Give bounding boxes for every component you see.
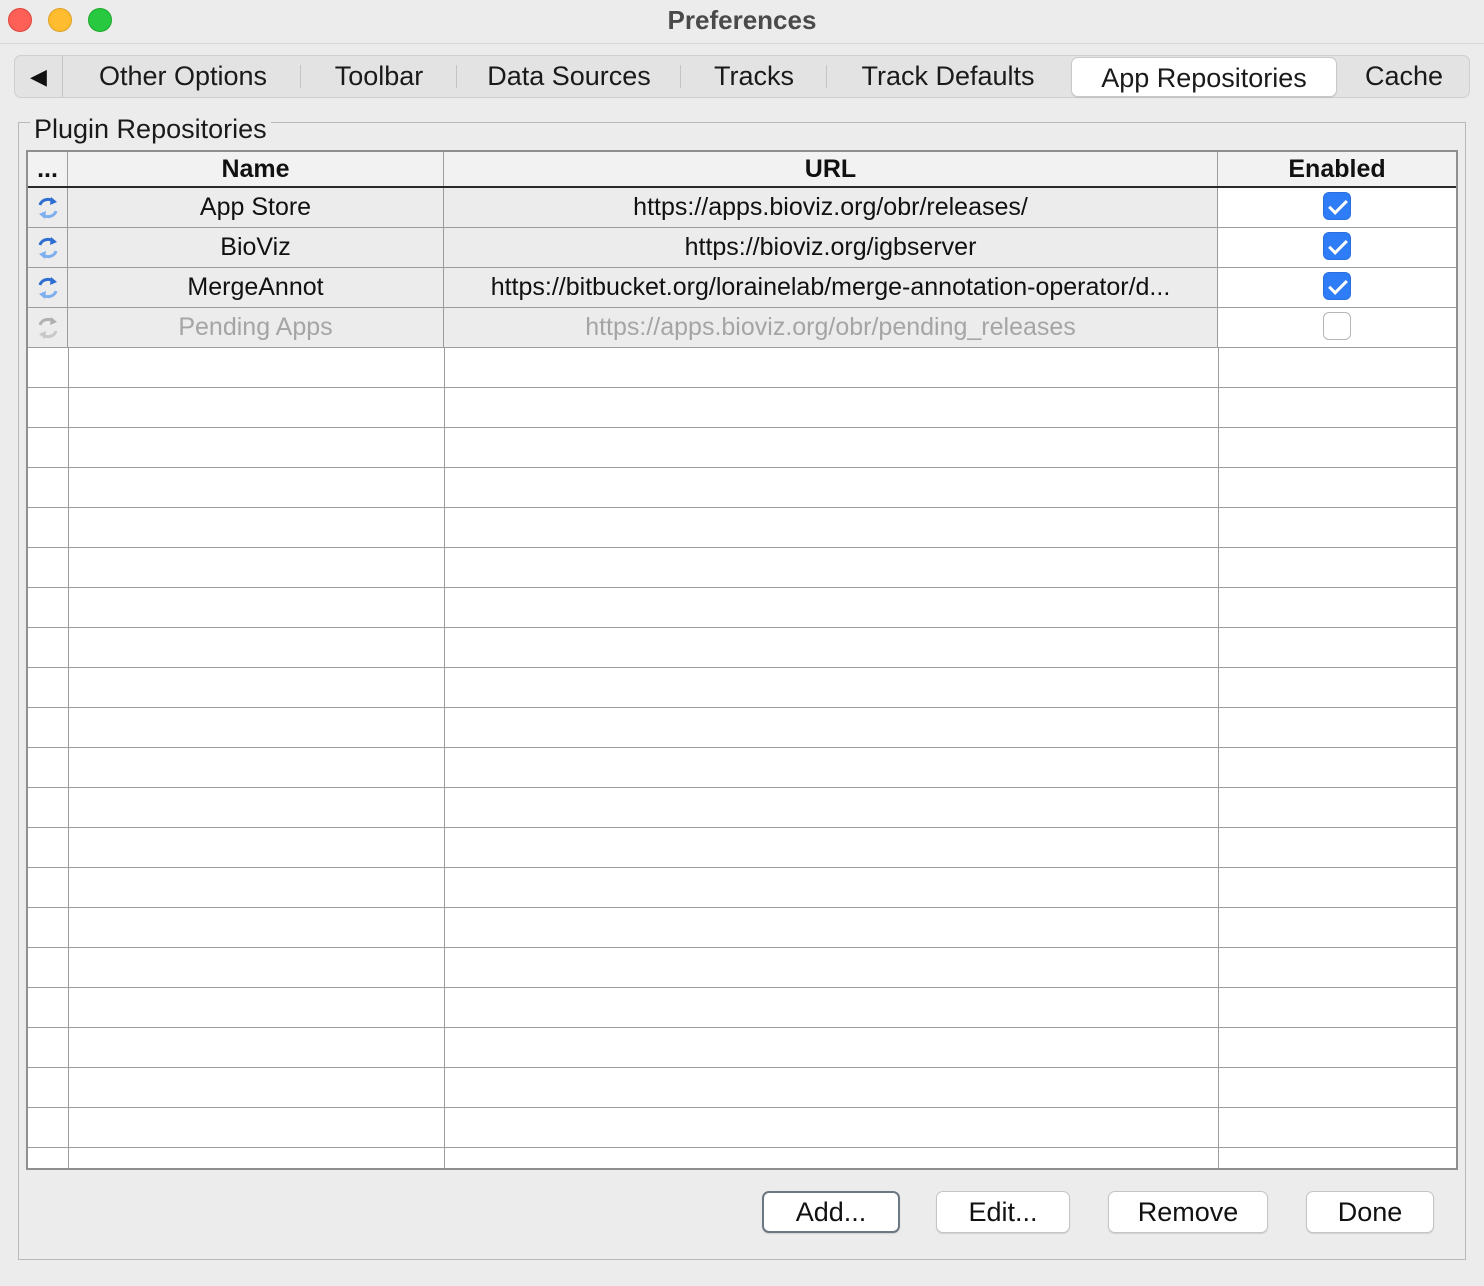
refresh-icon[interactable] <box>28 308 68 347</box>
enabled-cell <box>1218 228 1456 267</box>
tab-app-repositories[interactable]: App Repositories <box>1071 57 1337 97</box>
table-row[interactable]: MergeAnnot https://bitbucket.org/lorainel… <box>28 268 1456 308</box>
tab-track-defaults[interactable]: Track Defaults <box>827 56 1069 97</box>
refresh-icon[interactable] <box>28 188 68 227</box>
empty-row[interactable] <box>28 388 1456 428</box>
empty-row[interactable] <box>28 988 1456 1028</box>
tab-cache[interactable]: Cache <box>1339 56 1469 97</box>
column-header-enabled[interactable]: Enabled <box>1218 152 1456 186</box>
remove-button[interactable]: Remove <box>1108 1191 1268 1233</box>
scroll-left-icon[interactable]: ◀ <box>15 56 63 97</box>
empty-row[interactable] <box>28 1068 1456 1108</box>
preferences-window: Preferences ◀ Other Options Toolbar Data… <box>0 0 1484 1286</box>
repository-name[interactable]: Pending Apps <box>68 308 444 347</box>
done-button[interactable]: Done <box>1306 1191 1434 1233</box>
empty-row[interactable] <box>28 948 1456 988</box>
empty-row[interactable] <box>28 788 1456 828</box>
repository-url[interactable]: https://bioviz.org/igbserver <box>444 228 1218 267</box>
table-row[interactable]: BioViz https://bioviz.org/igbserver <box>28 228 1456 268</box>
table-header: ... Name URL Enabled <box>28 152 1456 188</box>
empty-row[interactable] <box>28 668 1456 708</box>
empty-row[interactable] <box>28 828 1456 868</box>
empty-row[interactable] <box>28 508 1456 548</box>
enabled-cell <box>1218 188 1456 227</box>
enabled-checkbox[interactable] <box>1323 272 1351 301</box>
enabled-checkbox[interactable] <box>1323 312 1351 341</box>
enabled-cell <box>1218 308 1456 347</box>
empty-row[interactable] <box>28 708 1456 748</box>
repository-url[interactable]: https://apps.bioviz.org/obr/pending_rele… <box>444 308 1218 347</box>
empty-row[interactable] <box>28 348 1456 388</box>
empty-row[interactable] <box>28 1108 1456 1148</box>
empty-row[interactable] <box>28 548 1456 588</box>
group-title: Plugin Repositories <box>30 114 271 145</box>
column-header-name[interactable]: Name <box>68 152 444 186</box>
repository-name[interactable]: App Store <box>68 188 444 227</box>
repository-name[interactable]: BioViz <box>68 228 444 267</box>
empty-row[interactable] <box>28 588 1456 628</box>
tab-data-sources[interactable]: Data Sources <box>457 56 681 97</box>
enabled-checkbox[interactable] <box>1323 192 1351 221</box>
empty-row[interactable] <box>28 908 1456 948</box>
column-header-url[interactable]: URL <box>444 152 1218 186</box>
empty-row[interactable] <box>28 868 1456 908</box>
window-title: Preferences <box>667 5 817 35</box>
tab-tracks[interactable]: Tracks <box>681 56 827 97</box>
empty-row[interactable] <box>28 468 1456 508</box>
column-header-refresh[interactable]: ... <box>28 152 68 186</box>
tab-toolbar[interactable]: Toolbar <box>301 56 457 97</box>
repository-name[interactable]: MergeAnnot <box>68 268 444 307</box>
repository-url[interactable]: https://apps.bioviz.org/obr/releases/ <box>444 188 1218 227</box>
edit-button[interactable]: Edit... <box>936 1191 1070 1233</box>
empty-row[interactable] <box>28 1028 1456 1068</box>
add-button[interactable]: Add... <box>762 1191 900 1233</box>
enabled-cell <box>1218 268 1456 307</box>
tab-other-options[interactable]: Other Options <box>65 56 301 97</box>
repositories-table[interactable]: ... Name URL Enabled App Store https://ap… <box>26 150 1458 1170</box>
empty-row[interactable] <box>28 1148 1456 1168</box>
empty-row[interactable] <box>28 628 1456 668</box>
tab-bar: ◀ Other Options Toolbar Data Sources Tra… <box>14 55 1470 98</box>
enabled-checkbox[interactable] <box>1323 232 1351 261</box>
refresh-icon[interactable] <box>28 228 68 267</box>
repository-url[interactable]: https://bitbucket.org/lorainelab/merge-a… <box>444 268 1218 307</box>
empty-row[interactable] <box>28 748 1456 788</box>
table-row[interactable]: Pending Apps https://apps.bioviz.org/obr/… <box>28 308 1456 348</box>
refresh-icon[interactable] <box>28 268 68 307</box>
title-bar: Preferences <box>0 0 1484 44</box>
empty-row[interactable] <box>28 428 1456 468</box>
table-row[interactable]: App Store https://apps.bioviz.org/obr/rel… <box>28 188 1456 228</box>
